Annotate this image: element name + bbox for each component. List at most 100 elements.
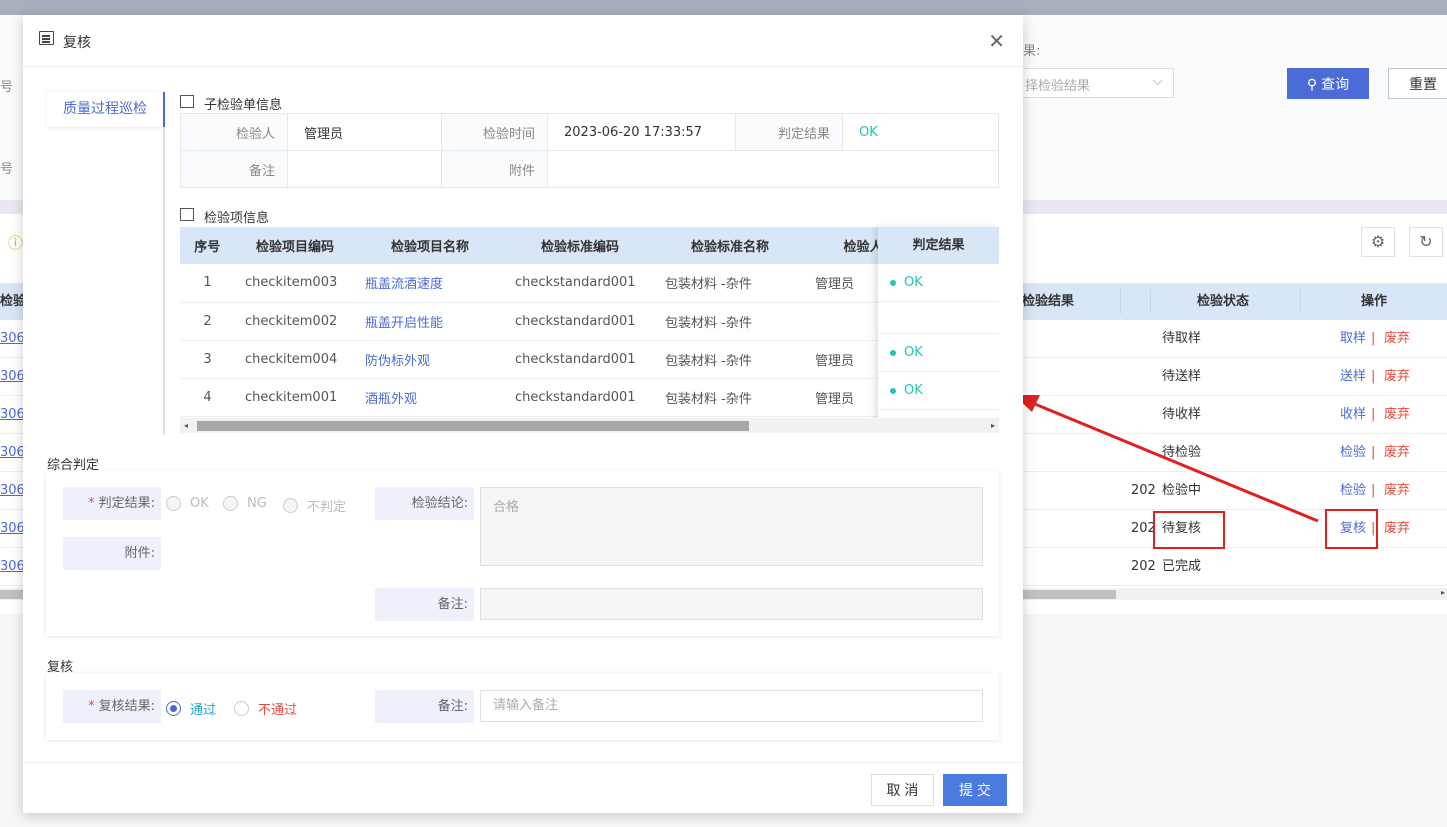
row-action-link[interactable]: 送样 — [1340, 358, 1366, 396]
submit-button[interactable]: 提 交 — [943, 774, 1007, 806]
item-no: 3 — [180, 340, 235, 379]
item-no: 2 — [180, 302, 235, 341]
items-table: 序号 检验项目编码 检验项目名称 检验标准编码 检验标准名称 检验人 1 chec… — [180, 227, 999, 433]
info-icon: ⓘ — [8, 234, 24, 252]
scroll-left-icon[interactable]: ◂ — [184, 418, 188, 433]
close-icon[interactable]: ✕ — [988, 29, 1005, 54]
item-code: checkitem003 — [235, 264, 355, 303]
settings-icon[interactable]: ⚙ — [1361, 227, 1395, 257]
item-row: 2 checkitem002 瓶盖开启性能 checkstandard001 包装材料 … — [180, 302, 999, 341]
row-status: 已完成 — [1162, 559, 1202, 574]
filter-label: 果: — [1023, 44, 1041, 59]
remark-label: 备注 — [180, 150, 288, 188]
th-item-name: 检验项目名称 — [355, 227, 506, 264]
review-remark-input[interactable]: 请输入备注 — [480, 690, 983, 722]
item-result: OK — [878, 372, 999, 410]
table-icon — [180, 208, 194, 221]
annotation-box-action — [1325, 509, 1378, 549]
query-label: 查询 — [1321, 75, 1350, 92]
row-discard-link[interactable]: 废弃 — [1384, 358, 1410, 396]
item-std-name: 包装材料 -杂件 — [655, 264, 805, 303]
item-row: 1 checkitem003 瓶盖流酒速度 checkstandard001 包装材料 … — [180, 264, 999, 303]
sub-info-table: 检验人 管理员 检验时间 2023-06-20 17:33:57 判定结果 OK… — [180, 113, 999, 188]
dialog-header: 复核 ✕ — [23, 15, 1023, 67]
tab-divider — [163, 92, 165, 434]
result-select[interactable]: 择检验结果 ⌵ — [1020, 68, 1174, 98]
row-discard-link[interactable]: 废弃 — [1384, 320, 1410, 358]
judge-result-label: * 判定结果: — [63, 487, 161, 520]
item-name-link[interactable]: 瓶盖开启性能 — [355, 302, 505, 341]
refresh-icon[interactable]: ↻ — [1409, 227, 1443, 257]
row-status: 待检验 — [1162, 445, 1202, 460]
cancel-button[interactable]: 取 消 — [871, 774, 934, 806]
row-separator: | — [1371, 483, 1376, 498]
th-std-code: 检验标准编码 — [505, 227, 656, 264]
items-scrollbar[interactable]: ◂ ▸ — [180, 418, 999, 433]
select-placeholder: 择检验结果 — [1025, 79, 1091, 94]
row-discard-link[interactable]: 废弃 — [1384, 510, 1410, 548]
top-bar — [0, 0, 1447, 15]
item-name-link[interactable]: 防伪标外观 — [355, 340, 505, 379]
status-dot-icon — [890, 279, 896, 286]
item-row: 3 checkitem004 防伪标外观 checkstandard001 包装材料 -… — [180, 340, 999, 379]
item-std-code: checkstandard001 — [505, 264, 655, 303]
radio-fail[interactable]: 不通过 — [234, 699, 297, 718]
item-code: checkitem001 — [235, 378, 355, 417]
review-dialog: 复核 ✕ 质量过程巡检 子检验单信息 检验人 管理员 检验时间 2023-06-… — [23, 15, 1023, 813]
item-std-name: 包装材料 -杂件 — [655, 378, 805, 417]
row-action-link[interactable]: 收样 — [1340, 396, 1366, 434]
row-action-link[interactable]: 检验 — [1340, 472, 1366, 510]
item-name-link[interactable]: 酒瓶外观 — [355, 378, 505, 417]
review-panel: * 复核结果: 通过 不通过 备注: 请输入备注 — [46, 673, 999, 740]
result-label: 判定结果 — [735, 113, 843, 151]
annotation-box-status — [1153, 511, 1225, 549]
row-date: 202 — [1131, 559, 1156, 574]
item-row: 4 checkitem001 酒瓶外观 checkstandard001 包装材料 -杂… — [180, 378, 999, 417]
scroll-right-icon[interactable]: ▸ — [991, 418, 995, 433]
row-date: 202 — [1131, 483, 1156, 498]
judge-remark-label: 备注: — [375, 588, 474, 621]
row-status: 待送样 — [1162, 369, 1202, 384]
row-status: 待取样 — [1162, 331, 1202, 346]
review-result-label: * 复核结果: — [63, 690, 161, 723]
row-discard-link[interactable]: 废弃 — [1384, 434, 1410, 472]
chevron-down-icon: ⌵ — [1152, 73, 1163, 89]
row-discard-link[interactable]: 废弃 — [1384, 396, 1410, 434]
document-icon — [39, 31, 54, 45]
item-result — [878, 302, 999, 334]
judge-panel: * 判定结果: OK NG 不判定 检验结论: 合格 附件: 备注: — [46, 471, 999, 636]
status-dot-icon — [890, 387, 896, 394]
item-result: OK — [878, 264, 999, 302]
item-no: 4 — [180, 378, 235, 417]
attach-label: 附件 — [441, 150, 548, 188]
th-actions: 操作 — [1361, 294, 1388, 309]
conclusion-label: 检验结论: — [375, 487, 474, 520]
item-result: OK — [878, 334, 999, 372]
result-value: OK — [842, 113, 999, 151]
items-scrollbar-thumb[interactable] — [197, 421, 749, 431]
item-no: 1 — [180, 264, 235, 303]
tab-quality-patrol[interactable]: 质量过程巡检 — [47, 92, 163, 127]
review-remark-label: 备注: — [375, 690, 474, 723]
item-name-link[interactable]: 瓶盖流酒速度 — [355, 264, 505, 303]
filter-label-partial: 号 — [0, 80, 14, 95]
row-status: 待收样 — [1162, 407, 1202, 422]
th-judge-result: 判定结果 — [878, 227, 999, 264]
row-action-link[interactable]: 取样 — [1340, 320, 1366, 358]
item-std-code: checkstandard001 — [505, 340, 655, 379]
sub-info-title: 子检验单信息 — [204, 98, 283, 113]
time-label: 检验时间 — [441, 113, 548, 151]
time-value: 2023-06-20 17:33:57 — [547, 113, 736, 151]
conclusion-textarea: 合格 — [480, 487, 983, 566]
item-code: checkitem002 — [235, 302, 355, 341]
row-action-link[interactable]: 检验 — [1340, 434, 1366, 472]
query-button[interactable]: ⚲ 查询 — [1287, 68, 1369, 99]
th-item-code: 检验项目编码 — [235, 227, 356, 264]
radio-undecided: 不判定 — [283, 496, 346, 515]
row-discard-link[interactable]: 废弃 — [1384, 472, 1410, 510]
form-icon — [180, 95, 194, 108]
inspector-value: 管理员 — [287, 113, 442, 151]
reset-button[interactable]: 重置 — [1388, 68, 1447, 99]
judge-remark-input — [480, 588, 983, 620]
radio-pass[interactable]: 通过 — [166, 699, 216, 718]
